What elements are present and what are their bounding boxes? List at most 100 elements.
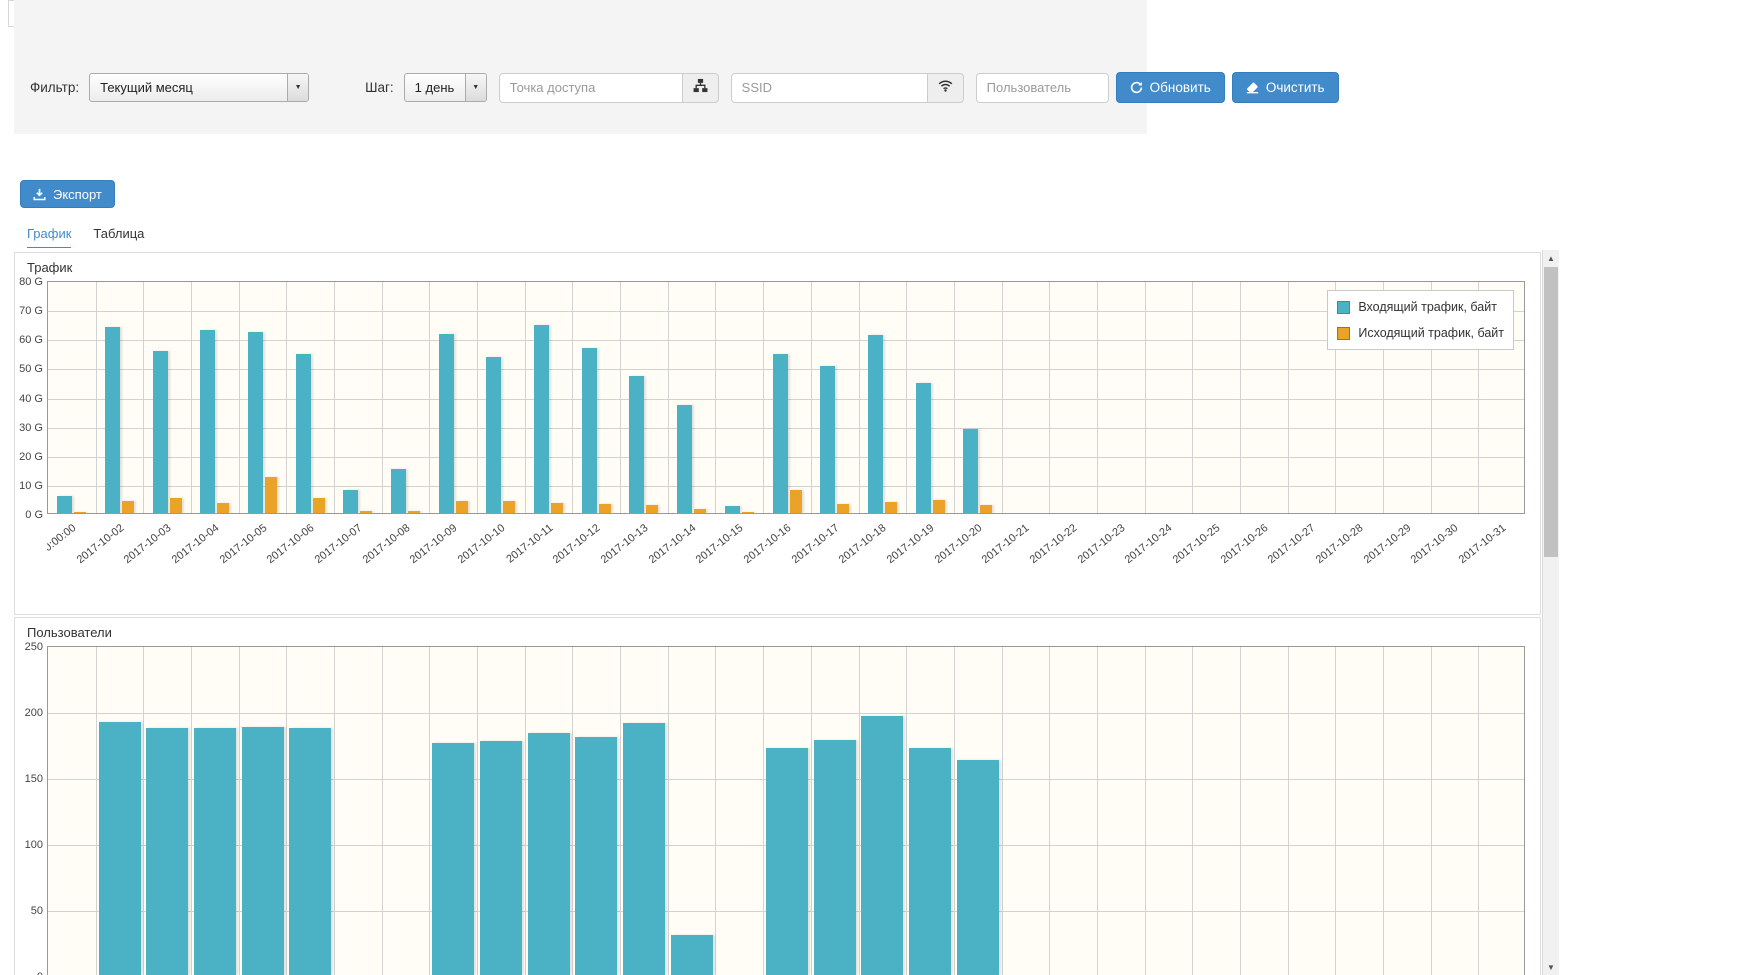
bar-2017-10-11 <box>528 733 570 975</box>
bar-2017-10-14 <box>671 935 713 975</box>
bar-2017-10-18 <box>861 716 903 975</box>
bar-2017-10-17 <box>837 504 849 513</box>
users-chart: 050100150200250 <box>15 646 1540 975</box>
clear-button[interactable]: Очистить <box>1232 72 1339 103</box>
scroll-down-arrow-icon[interactable]: ▼ <box>1543 959 1559 975</box>
bar-2017-10-20 <box>980 505 992 513</box>
period-select[interactable]: Текущий месяц ▼ <box>89 73 309 102</box>
y-axis-label: 10 G <box>15 480 43 492</box>
x-axis-label: 2017-10-09 <box>377 522 459 590</box>
refresh-icon <box>1130 81 1143 94</box>
bar-2017-10-05 <box>242 727 284 975</box>
ssid-input[interactable] <box>731 73 928 103</box>
bar-2017-10-13 <box>646 505 658 513</box>
sitemap-icon <box>693 78 708 98</box>
bar-2017-10-03 <box>170 498 182 513</box>
scroll-up-arrow-icon[interactable]: ▲ <box>1543 250 1559 266</box>
y-axis-label: 150 <box>15 773 43 785</box>
traffic-panel-title: Трафик <box>15 253 1540 279</box>
step-select[interactable]: 1 день ▼ <box>404 73 487 102</box>
bar-2017-10-17 <box>814 740 856 975</box>
x-axis-label: 2017-10-21 <box>949 522 1031 590</box>
bar-2017-10-04 <box>200 330 215 513</box>
bar-2017-10-03 <box>146 728 188 975</box>
y-axis-label: 70 G <box>15 305 43 317</box>
refresh-button-label: Обновить <box>1150 80 1211 95</box>
y-axis-label: 60 G <box>15 334 43 346</box>
x-axis-label: 2017-10-06 <box>234 522 316 590</box>
legend-label: Исходящий трафик, байт <box>1358 326 1504 340</box>
y-axis-label: 250 <box>15 641 43 653</box>
bar-2017-10-09 <box>456 501 468 513</box>
bar-2017-10-02 <box>122 501 134 513</box>
page: КвотыСводные данныеГрафикСтатистика сесс… <box>0 0 1749 975</box>
legend-swatch <box>1337 327 1350 340</box>
x-axis-label: 2017-10-12 <box>520 522 602 590</box>
y-axis-label: 30 G <box>15 422 43 434</box>
x-axis-label: 2017-10-15 <box>663 522 745 590</box>
bar-2017-10-06 <box>296 354 311 513</box>
bar-2017-10-16 <box>766 748 808 975</box>
view-subtabs: График Таблица <box>27 226 1749 248</box>
bar-2017-10-18 <box>868 335 883 513</box>
legend-swatch <box>1337 301 1350 314</box>
vertical-scrollbar[interactable]: ▲ ▼ <box>1542 250 1559 975</box>
bar-2017-10-06 <box>289 728 331 975</box>
bar-2017-10-11 <box>551 503 563 513</box>
ssid-picker-button[interactable] <box>927 73 964 103</box>
scrollbar-thumb[interactable] <box>1544 267 1558 557</box>
period-select-value: Текущий месяц <box>90 74 287 101</box>
access-point-picker-button[interactable] <box>682 73 719 103</box>
users-panel: Пользователи 050100150200250 <box>14 617 1541 975</box>
bar-2017-10-19 <box>916 383 931 513</box>
bar-2017-10-13 <box>623 723 665 975</box>
bar-2017-10-03 <box>153 351 168 513</box>
chevron-down-icon: ▼ <box>465 74 486 101</box>
bar-2017-10-15 <box>742 512 754 513</box>
y-axis-label: 80 G <box>15 276 43 288</box>
bar-2017-10-17 <box>820 366 835 513</box>
bar-2017-10-08 <box>391 469 406 513</box>
bar-10-01 00:00:00 <box>74 512 86 513</box>
bar-2017-10-16 <box>790 490 802 513</box>
bar-2017-10-20 <box>957 760 999 975</box>
bar-2017-10-02 <box>99 722 141 975</box>
users-panel-title: Пользователи <box>15 618 1540 644</box>
bar-2017-10-14 <box>677 405 692 513</box>
traffic-panel: Трафик Входящий трафик, байт Исходящий тр… <box>14 252 1541 615</box>
plot-area <box>47 646 1525 975</box>
subtab-table[interactable]: Таблица <box>93 226 144 248</box>
user-input[interactable] <box>976 73 1109 103</box>
clear-button-label: Очистить <box>1266 80 1325 95</box>
step-label: Шаг: <box>365 80 394 95</box>
bar-2017-10-10 <box>503 501 515 513</box>
bar-2017-10-06 <box>313 498 325 513</box>
bar-2017-10-12 <box>575 737 617 975</box>
y-axis-label: 40 G <box>15 393 43 405</box>
export-button-label: Экспорт <box>53 187 102 202</box>
bar-2017-10-20 <box>963 429 978 513</box>
chevron-down-icon: ▼ <box>287 74 308 101</box>
legend-label: Входящий трафик, байт <box>1358 300 1497 314</box>
chart-legend: Входящий трафик, байт Исходящий трафик, б… <box>1327 290 1514 350</box>
bar-2017-10-08 <box>408 511 420 513</box>
bar-2017-10-11 <box>534 325 549 513</box>
refresh-button[interactable]: Обновить <box>1116 72 1225 103</box>
eraser-icon <box>1246 81 1259 94</box>
export-button[interactable]: Экспорт <box>20 180 115 208</box>
filter-panel-background <box>14 0 1147 134</box>
x-axis-label: 2017-10-03 <box>91 522 173 590</box>
bar-2017-10-07 <box>360 511 372 513</box>
subtab-chart[interactable]: График <box>27 226 71 248</box>
y-axis-label: 200 <box>15 707 43 719</box>
x-axis-label: 2017-10-27 <box>1235 522 1317 590</box>
bar-2017-10-19 <box>933 500 945 513</box>
bar-2017-10-05 <box>265 477 277 513</box>
bar-2017-10-04 <box>217 503 229 513</box>
bar-2017-10-07 <box>343 490 358 513</box>
plot-area: Входящий трафик, байт Исходящий трафик, б… <box>47 281 1525 514</box>
access-point-input[interactable] <box>499 73 683 103</box>
bar-2017-10-16 <box>773 354 788 513</box>
traffic-chart: Входящий трафик, байт Исходящий трафик, б… <box>15 281 1540 614</box>
y-axis-label: 50 <box>15 905 43 917</box>
